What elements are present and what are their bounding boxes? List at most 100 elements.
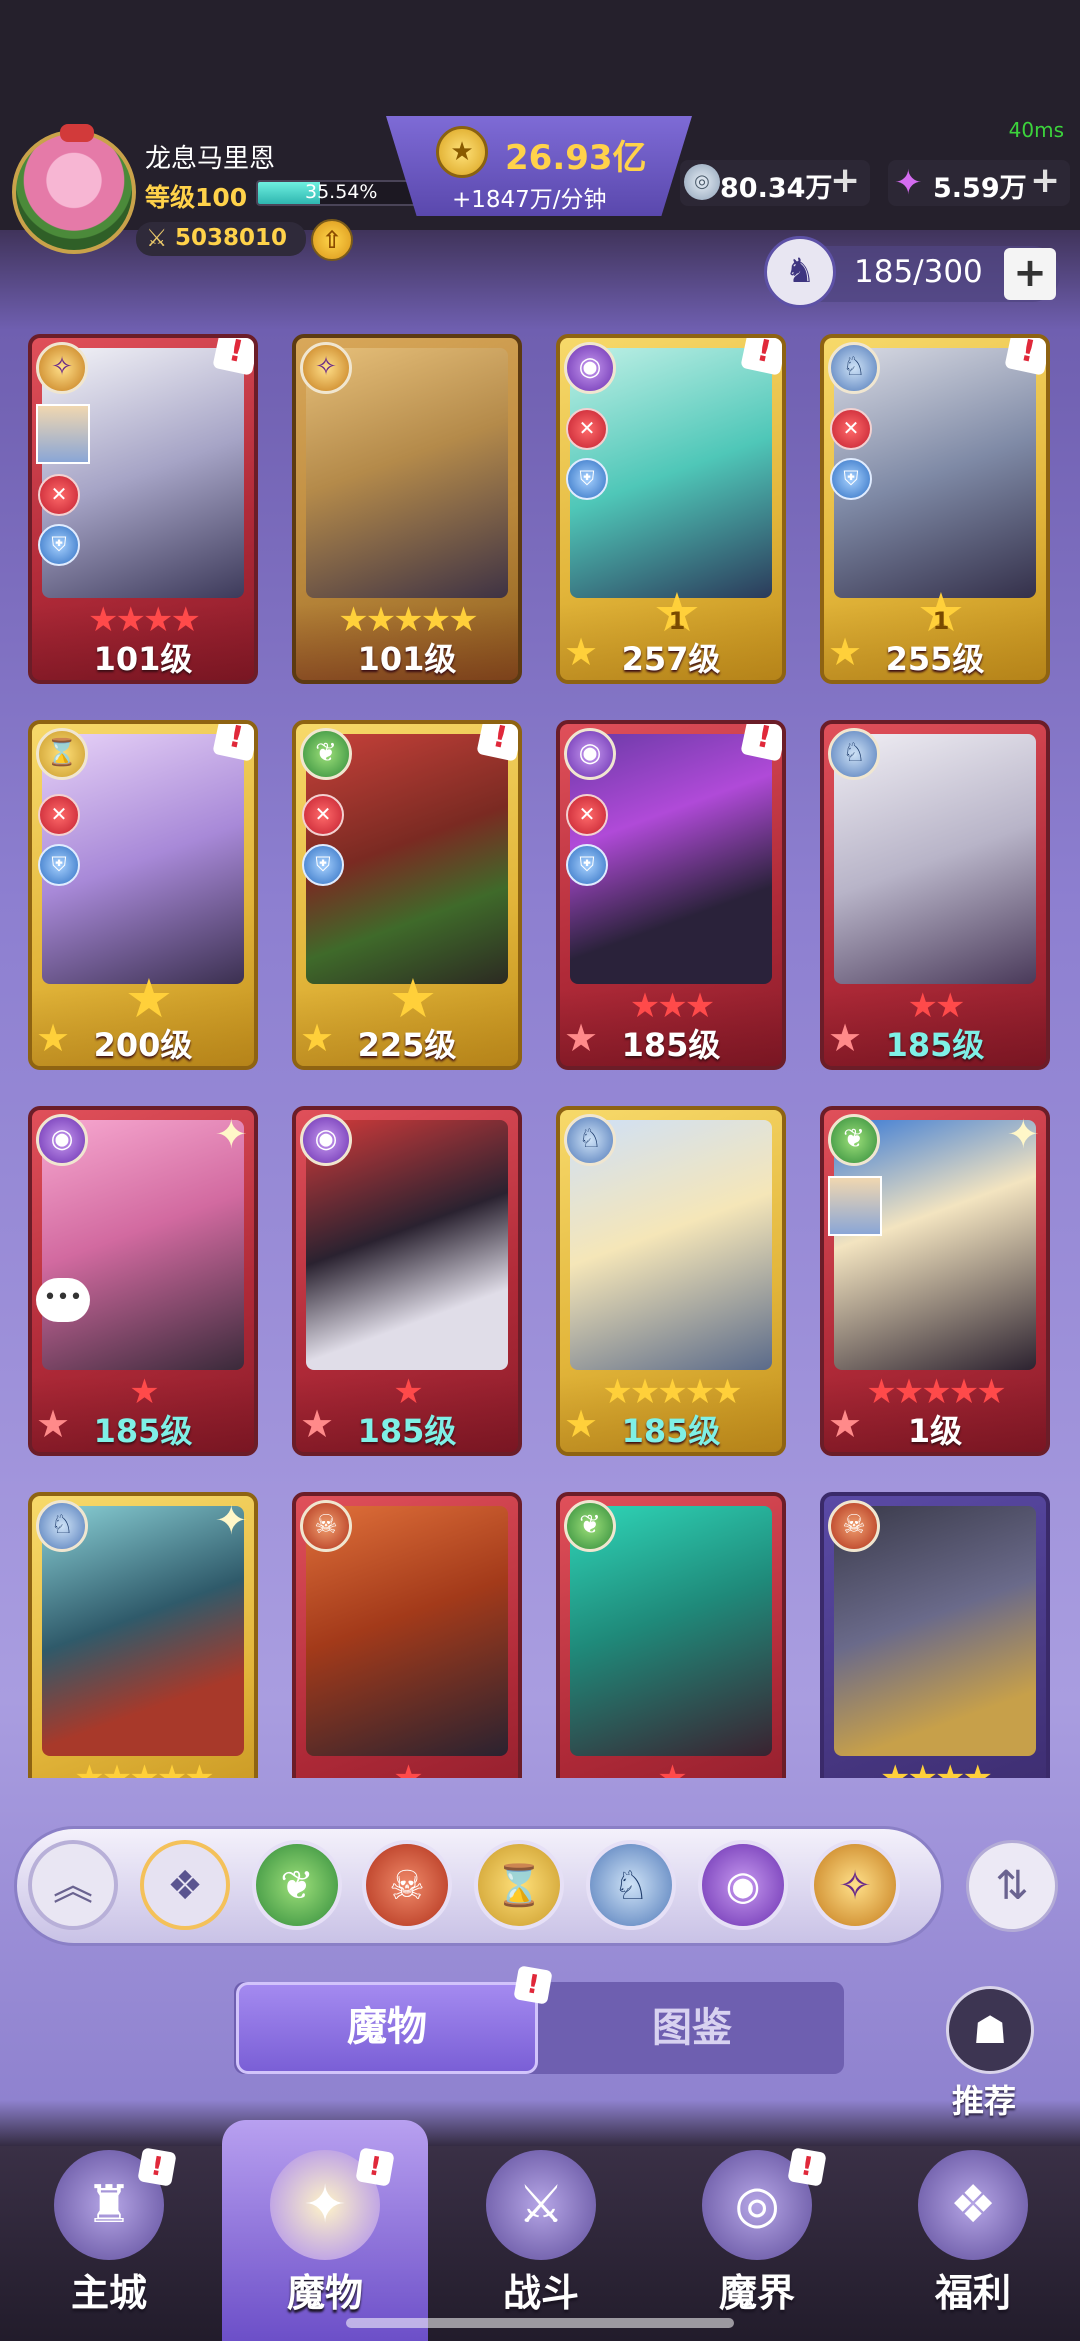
- monster-card[interactable]: ☠ ★: [292, 1492, 522, 1778]
- void-faction-icon: ✧: [300, 342, 352, 394]
- card-stars: ★★★★: [880, 1758, 993, 1778]
- monster-card[interactable]: ♘ ✦ ★★★★★: [28, 1492, 258, 1778]
- hourglass-faction-icon: ⌛: [36, 728, 88, 780]
- eye-faction-icon: ◉: [564, 728, 616, 780]
- nav-alert-icon: !: [355, 2147, 395, 2187]
- ping-readout: 40ms: [1008, 118, 1064, 142]
- dragon-filter-icon[interactable]: ♘: [586, 1840, 676, 1930]
- card-level: 255级: [885, 640, 985, 678]
- gold-amount: 26.93亿: [505, 138, 647, 178]
- skull-faction-icon: ☠: [828, 1500, 880, 1552]
- shield-sword-icon: ⚔: [486, 2150, 596, 2260]
- leaf-faction-icon: ❦: [300, 728, 352, 780]
- exp-percent: 35.54%: [305, 181, 378, 203]
- defense-icon: ⛨: [302, 844, 344, 886]
- recommend-label[interactable]: 推荐: [952, 2076, 1016, 2122]
- card-level: 225级: [357, 1026, 457, 1064]
- tab-codex[interactable]: 图鉴: [542, 1982, 842, 2074]
- nav-item-welfare[interactable]: ❖ 福利: [888, 2150, 1058, 2330]
- capacity-add-button[interactable]: +: [1004, 248, 1056, 300]
- currency-2-value: 5.59万: [933, 173, 1027, 204]
- attack-icon: ✕: [38, 474, 80, 516]
- player-avatar[interactable]: [12, 124, 136, 254]
- monster-card[interactable]: ❦ ★: [556, 1492, 786, 1778]
- void-faction-icon: ✧: [36, 342, 88, 394]
- monster-card[interactable]: ✧ ★★★★★ 101级: [292, 334, 522, 684]
- card-level: 257级: [621, 640, 721, 678]
- eye-filter-icon[interactable]: ◉: [698, 1840, 788, 1930]
- defense-icon: ⛨: [38, 844, 80, 886]
- home-indicator[interactable]: [346, 2318, 734, 2328]
- void-filter-icon[interactable]: ✧: [810, 1840, 900, 1930]
- hourglass-filter-icon[interactable]: ⌛: [474, 1840, 564, 1930]
- nav-alert-icon: !: [787, 2147, 827, 2187]
- skull-faction-icon: ☠: [300, 1500, 352, 1552]
- currency-2-add-button[interactable]: +: [1030, 160, 1060, 201]
- defense-icon: ⛨: [38, 524, 80, 566]
- power-up-button[interactable]: ⇧: [311, 219, 353, 261]
- equipped-item-icon: [36, 404, 90, 464]
- crystal-icon: ✦: [894, 163, 923, 203]
- monster-card[interactable]: ♘ ✕ ⛨ ! ★ 1 ★ 255级: [820, 334, 1050, 684]
- attack-icon: ✕: [566, 794, 608, 836]
- card-level: 185级: [621, 1412, 721, 1450]
- nav-label: 魔物: [286, 2271, 363, 2315]
- card-stars: ★: [393, 1758, 423, 1778]
- monster-capacity-icon: ♞: [764, 236, 836, 308]
- tab-monsters[interactable]: 魔物: [236, 1982, 538, 2074]
- sort-icon[interactable]: ⇅: [966, 1840, 1058, 1932]
- monster-card[interactable]: ◉ ••• ✦ ★ ★ 185级: [28, 1106, 258, 1456]
- card-level: 200级: [93, 1026, 193, 1064]
- card-stars: ★★★★★: [74, 1758, 214, 1778]
- nav-label: 战斗: [502, 2271, 579, 2315]
- monster-card[interactable]: ⌛ ✕ ⛨ ! ★ ★ 200级: [28, 720, 258, 1070]
- eye-faction-icon: ◉: [564, 342, 616, 394]
- player-name: 龙息马里恩: [145, 144, 276, 174]
- monster-grid: ✧ ✕ ⛨ ! ★★★★ 101级 ✧ ★★★★★ 101级 ◉ ✕ ⛨ ! ★…: [28, 334, 1054, 1778]
- all-factions-icon[interactable]: ❖: [140, 1840, 230, 1930]
- monster-card[interactable]: ✧ ✕ ⛨ ! ★★★★ 101级: [28, 334, 258, 684]
- bow-decoration: [60, 124, 94, 142]
- awaken-star-icon: ★ 1: [914, 586, 968, 640]
- defense-icon: ⛨: [830, 458, 872, 500]
- sparkle-icon: ✦: [214, 1112, 248, 1158]
- sword-power-icon: ⚔: [146, 224, 168, 252]
- attack-icon: ✕: [38, 794, 80, 836]
- eye-faction-icon: ◉: [300, 1114, 352, 1166]
- dragon-faction-icon: ♘: [828, 342, 880, 394]
- card-stars: ★: [657, 1758, 687, 1778]
- player-level: 等级100: [145, 183, 248, 212]
- gold-rate: +1847万/分钟: [452, 187, 607, 213]
- gold-coin-icon: ★: [436, 126, 488, 178]
- defense-icon: ⛨: [566, 844, 608, 886]
- nav-alert-icon: !: [137, 2147, 177, 2187]
- dragon-faction-icon: ♘: [828, 728, 880, 780]
- monster-card[interactable]: ❦ ✦ ★★★★★ ★ 1级: [820, 1106, 1050, 1456]
- awaken-star-icon: ★: [124, 967, 174, 1030]
- recommend-group-icon[interactable]: ☗: [946, 1986, 1034, 2074]
- leaf-filter-icon[interactable]: ❦: [252, 1840, 342, 1930]
- monster-card[interactable]: ◉ ✕ ⛨ ! ★★★ ★ 185级: [556, 720, 786, 1070]
- monster-card[interactable]: ◉ ★ ★ 185级: [292, 1106, 522, 1456]
- collapse-up-icon[interactable]: ︽: [28, 1840, 118, 1930]
- card-level: 101级: [357, 640, 457, 678]
- currency-1-add-button[interactable]: +: [830, 160, 860, 201]
- skull-filter-icon[interactable]: ☠: [362, 1840, 452, 1930]
- card-level: 185级: [357, 1412, 457, 1450]
- equipped-item-icon: [828, 1176, 882, 1236]
- attack-icon: ✕: [302, 794, 344, 836]
- monster-card[interactable]: ◉ ✕ ⛨ ! ★ 1 ★ 257级: [556, 334, 786, 684]
- monster-card[interactable]: ♘ ★★★★★ ★ 185级: [556, 1106, 786, 1456]
- nav-item-battle[interactable]: ⚔ 战斗: [456, 2150, 626, 2330]
- awaken-star-icon: ★ 1: [650, 586, 704, 640]
- awaken-star-icon: ★: [388, 967, 438, 1030]
- nav-label: 福利: [934, 2271, 1011, 2315]
- silver-coin-icon: ◎: [684, 164, 720, 200]
- monster-card[interactable]: ☠ ★★★★: [820, 1492, 1050, 1778]
- dragon-faction-icon: ♘: [36, 1500, 88, 1552]
- monster-card[interactable]: ❦ ✕ ⛨ ! ★ ★ 225级: [292, 720, 522, 1070]
- tab-alert-icon: !: [513, 1965, 553, 2005]
- treasure-chest-icon: ❖: [918, 2150, 1028, 2260]
- sparkle-icon: ✦: [214, 1498, 248, 1544]
- monster-card[interactable]: ♘ ★★ ★ 185级: [820, 720, 1050, 1070]
